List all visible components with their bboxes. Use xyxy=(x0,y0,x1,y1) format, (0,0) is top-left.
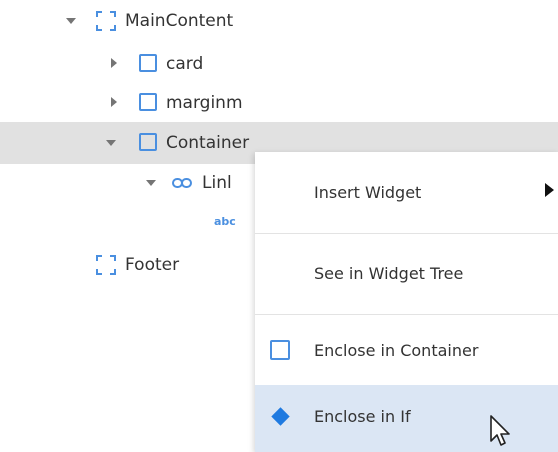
chevron-right-icon xyxy=(545,183,554,197)
mouse-pointer-icon xyxy=(490,415,510,446)
container-icon xyxy=(270,340,290,360)
container-icon xyxy=(139,93,157,111)
container-icon xyxy=(139,54,157,72)
tree-label: MainContent xyxy=(125,11,234,31)
tree-label: card xyxy=(166,54,204,74)
link-icon xyxy=(172,178,194,188)
caret-down-icon[interactable] xyxy=(146,180,156,186)
tree-label: Container xyxy=(166,133,250,153)
menu-item-label: Enclose in If xyxy=(314,407,411,426)
container-icon xyxy=(139,133,157,151)
caret-down-icon[interactable] xyxy=(66,18,76,24)
caret-right-icon[interactable] xyxy=(111,97,117,107)
text-widget-icon: abc xyxy=(214,215,236,228)
tree-label: marginm xyxy=(166,93,243,113)
tree-row-card[interactable]: card xyxy=(0,43,558,85)
menu-item-insert-widget[interactable]: Insert Widget xyxy=(255,152,558,233)
tree-row-maincontent[interactable]: MainContent xyxy=(0,0,558,42)
tree-label: Linl xyxy=(202,173,232,193)
tree-label: Footer xyxy=(125,255,180,275)
diamond-icon xyxy=(271,407,290,426)
caret-right-icon[interactable] xyxy=(111,58,117,68)
dashed-frame-icon xyxy=(96,255,116,275)
menu-item-label: Enclose in Container xyxy=(314,341,479,360)
dashed-frame-icon xyxy=(96,11,116,31)
tree-row-marginm[interactable]: marginm xyxy=(0,82,558,124)
menu-item-see-in-widget-tree[interactable]: See in Widget Tree xyxy=(255,234,558,314)
context-menu: Insert Widget See in Widget Tree Enclose… xyxy=(255,152,558,452)
menu-item-label: Insert Widget xyxy=(314,183,422,202)
caret-down-icon[interactable] xyxy=(106,140,116,146)
menu-item-label: See in Widget Tree xyxy=(314,264,464,283)
menu-item-enclose-in-container[interactable]: Enclose in Container xyxy=(255,315,558,385)
